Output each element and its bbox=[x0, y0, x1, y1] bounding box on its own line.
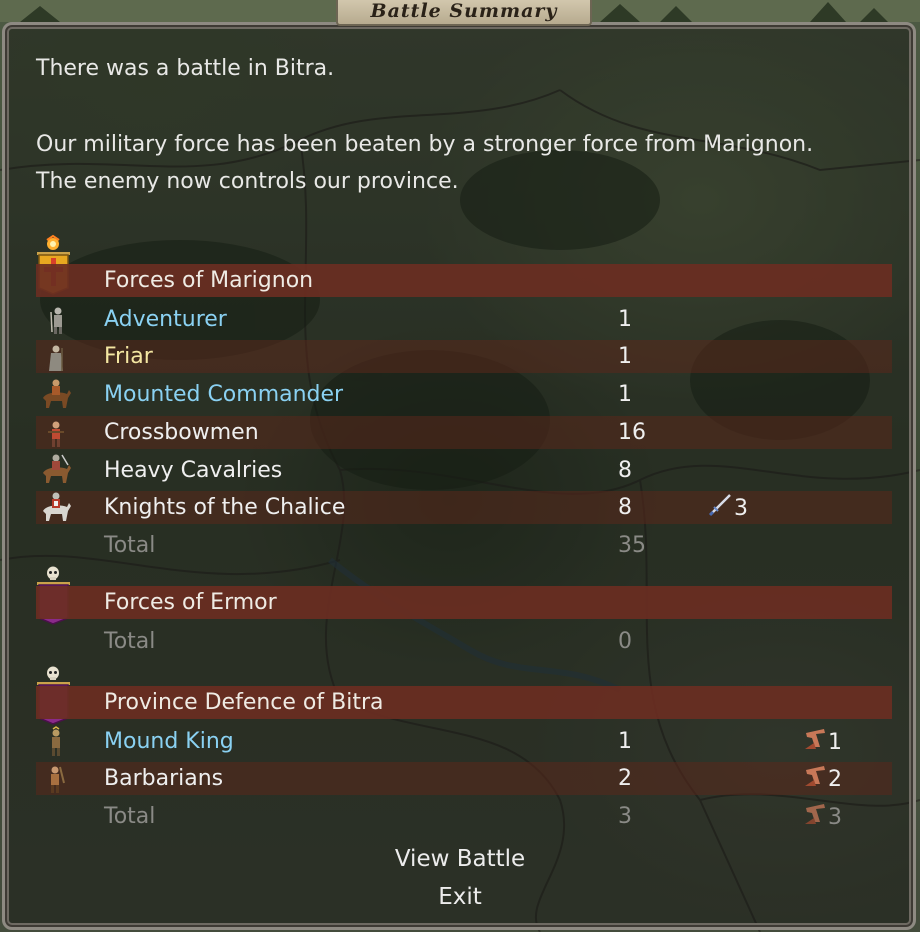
unit-count: 8 bbox=[618, 458, 632, 483]
group-header-ermor: Forces of Ermor bbox=[104, 590, 277, 615]
crossbowmen-unit-icon bbox=[40, 417, 72, 449]
unit-name-knights-of-the-chalice: Knights of the Chalice bbox=[104, 495, 346, 520]
sword-icon bbox=[708, 491, 734, 527]
total-count: 0 bbox=[618, 629, 632, 654]
unit-name-barbarians: Barbarians bbox=[104, 766, 224, 791]
slain-count: 2 bbox=[828, 767, 842, 792]
dialog-title: Battle Summary bbox=[336, 0, 592, 26]
adventurer-unit-icon bbox=[40, 304, 72, 336]
friar-unit-icon bbox=[40, 342, 72, 374]
mounted-commander-unit-icon bbox=[40, 378, 72, 410]
exit-button[interactable]: Exit bbox=[438, 884, 482, 910]
unit-name-heavy-cavalries: Heavy Cavalries bbox=[104, 458, 283, 483]
slain-count: 1 bbox=[828, 730, 842, 755]
unit-count: 8 bbox=[618, 495, 632, 520]
unit-count: 1 bbox=[618, 307, 632, 332]
kills-count: 3 bbox=[734, 496, 748, 521]
slain-icon bbox=[802, 800, 828, 836]
group-header-marignon: Forces of Marignon bbox=[104, 268, 314, 293]
heavy-cavalry-unit-icon bbox=[40, 453, 72, 485]
unit-count: 2 bbox=[618, 766, 632, 791]
unit-name-crossbowmen: Crossbowmen bbox=[104, 420, 259, 445]
view-battle-row: View Battle bbox=[0, 841, 920, 877]
battle-location-message: There was a battle in Bitra. bbox=[36, 56, 335, 81]
total-count: 35 bbox=[618, 533, 646, 558]
unit-count: 1 bbox=[618, 729, 632, 754]
slain-total-count: 3 bbox=[828, 805, 842, 830]
unit-name-friar: Friar bbox=[104, 344, 153, 369]
exit-row: Exit bbox=[0, 879, 920, 915]
slain-indicator: 1 bbox=[802, 725, 842, 761]
total-label: Total bbox=[104, 533, 156, 558]
view-battle-button[interactable]: View Battle bbox=[395, 846, 525, 872]
barbarian-unit-icon bbox=[40, 763, 72, 795]
total-label: Total bbox=[104, 804, 156, 829]
row-stripe bbox=[36, 340, 892, 373]
kills-indicator: 3 bbox=[708, 491, 748, 527]
slain-icon bbox=[802, 762, 828, 798]
knights-of-the-chalice-unit-icon bbox=[40, 491, 72, 523]
slain-total-indicator: 3 bbox=[802, 800, 842, 836]
unit-count: 1 bbox=[618, 344, 632, 369]
unit-count: 1 bbox=[618, 382, 632, 407]
slain-icon bbox=[802, 725, 828, 761]
battle-outcome-message: Our military force has been beaten by a … bbox=[36, 132, 814, 194]
slain-indicator: 2 bbox=[802, 762, 842, 798]
unit-name-mounted-commander: Mounted Commander bbox=[104, 382, 344, 407]
mound-king-unit-icon bbox=[40, 726, 72, 758]
unit-name-mound-king: Mound King bbox=[104, 729, 234, 754]
total-label: Total bbox=[104, 629, 156, 654]
unit-name-adventurer: Adventurer bbox=[104, 307, 227, 332]
total-count: 3 bbox=[618, 804, 632, 829]
group-header-bitra: Province Defence of Bitra bbox=[104, 690, 384, 715]
unit-count: 16 bbox=[618, 420, 646, 445]
